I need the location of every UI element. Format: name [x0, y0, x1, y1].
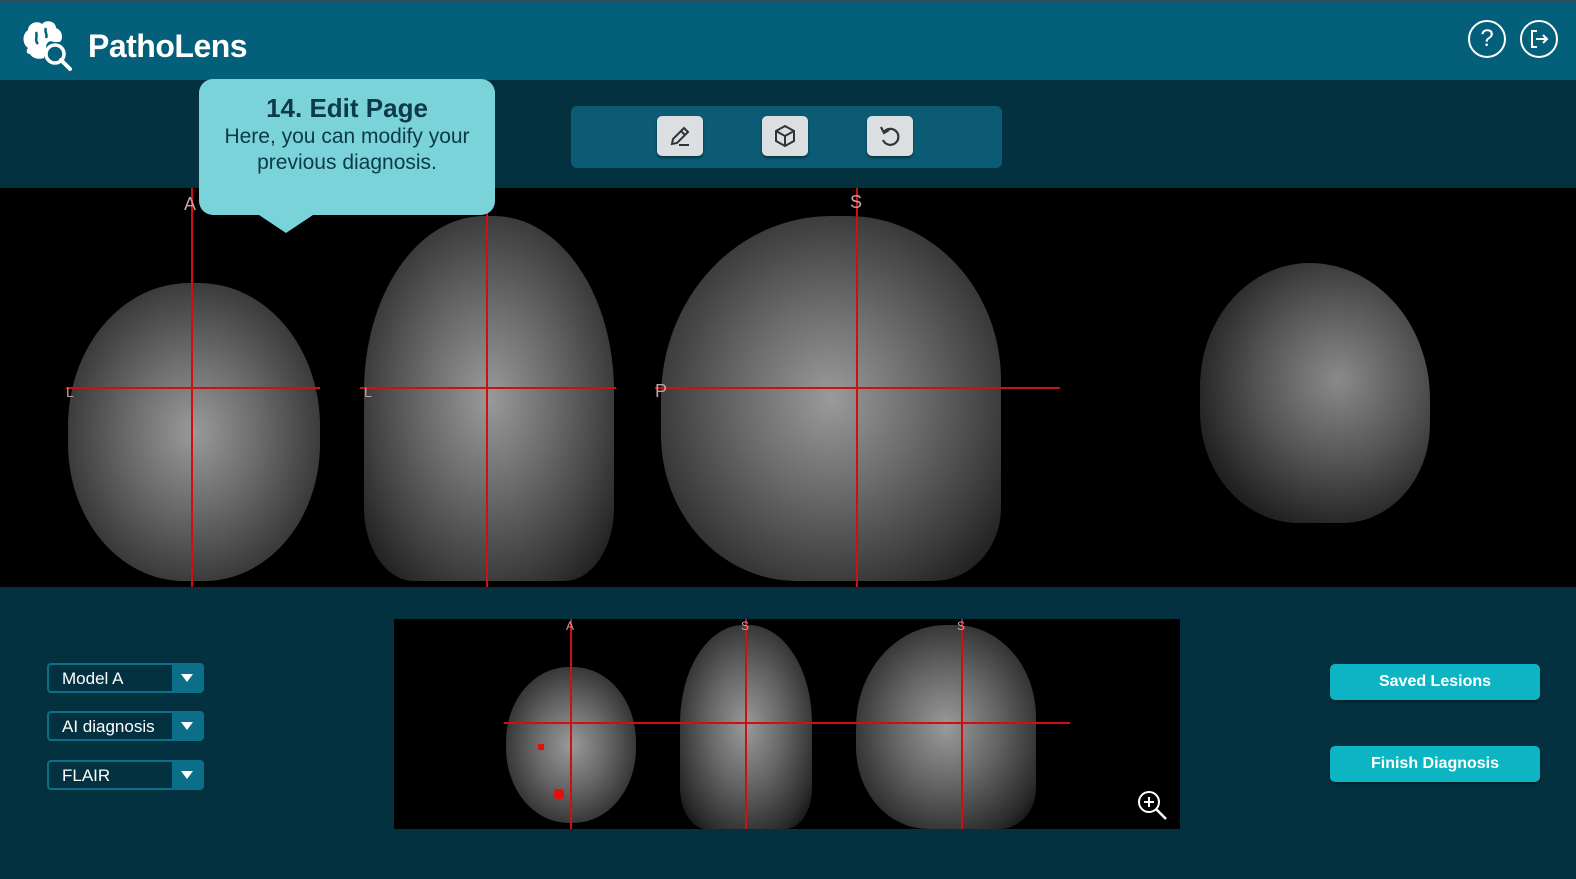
- sagittal-scan-image: [661, 216, 1001, 581]
- diagnosis-select-value: AI diagnosis: [62, 717, 155, 736]
- coronal-left-label: L: [364, 384, 372, 400]
- coronal-scan-image: [364, 216, 614, 581]
- axial-left-label: L: [66, 384, 74, 400]
- mini-coronal-label: S: [741, 619, 750, 633]
- model-select[interactable]: Model A: [47, 663, 204, 693]
- chevron-down-icon: [172, 665, 202, 691]
- tooltip-pointer: [256, 213, 316, 233]
- tooltip-body: Here, you can modify your previous diagn…: [224, 125, 470, 174]
- sequence-select[interactable]: FLAIR: [47, 760, 204, 790]
- axial-view[interactable]: A L: [60, 188, 328, 587]
- mri-viewer[interactable]: A L S L S P: [0, 188, 1576, 587]
- logout-icon: [1531, 30, 1549, 48]
- brain-search-icon: [20, 18, 74, 72]
- diagnosis-select[interactable]: AI diagnosis: [47, 711, 204, 741]
- mini-sagittal-label: S: [957, 619, 966, 633]
- logout-button[interactable]: [1520, 20, 1558, 58]
- mini-mri-viewer[interactable]: A S S: [394, 619, 1180, 829]
- mini-axial-label: A: [566, 619, 575, 633]
- saved-lesions-button[interactable]: Saved Lesions: [1330, 664, 1540, 700]
- 3d-view-button[interactable]: [762, 116, 808, 156]
- model-select-value: Model A: [62, 669, 124, 688]
- zoom-in-button[interactable]: [1136, 789, 1168, 821]
- coronal-view[interactable]: S L: [360, 188, 616, 587]
- mini-sagittal-crosshair-vertical: [961, 619, 963, 829]
- app-title: PathoLens: [88, 28, 248, 64]
- mini-axial-crosshair-vertical: [570, 619, 572, 829]
- sequence-select-value: FLAIR: [62, 766, 111, 785]
- sagittal-orientation-label: S: [850, 192, 863, 212]
- tutorial-tooltip: 14. Edit Page Here, you can modify your …: [199, 79, 495, 215]
- 3d-render-view[interactable]: [1140, 188, 1440, 587]
- axial-crosshair-horizontal: [66, 387, 320, 389]
- sagittal-crosshair-horizontal: [655, 387, 1060, 389]
- chevron-down-icon: [172, 713, 202, 739]
- lesion-marker: [554, 789, 564, 799]
- app-header: PathoLens ?: [0, 0, 1576, 80]
- pencil-icon: [670, 126, 690, 146]
- edit-toolbar: [571, 106, 1002, 168]
- undo-button[interactable]: [867, 116, 913, 156]
- zoom-in-icon: [1138, 791, 1167, 820]
- axial-orientation-label: A: [184, 194, 197, 214]
- chevron-down-icon: [172, 762, 202, 788]
- lesion-marker: [538, 744, 544, 750]
- sagittal-view[interactable]: S P: [655, 188, 1060, 587]
- axial-scan-image: [68, 283, 320, 581]
- undo-icon: [880, 126, 900, 146]
- edit-button[interactable]: [657, 116, 703, 156]
- mini-sagittal-scan: [856, 625, 1036, 829]
- mini-coronal-crosshair-vertical: [745, 619, 747, 829]
- 3d-head-render: [1200, 263, 1430, 523]
- finish-diagnosis-button[interactable]: Finish Diagnosis: [1330, 746, 1540, 782]
- coronal-crosshair-horizontal: [360, 387, 616, 389]
- tooltip-title: 14. Edit Page: [266, 93, 428, 123]
- mini-crosshair-horizontal: [504, 722, 1070, 724]
- question-circle-icon: ?: [1480, 25, 1494, 52]
- cube-icon: [775, 124, 795, 148]
- sagittal-left-label: P: [655, 381, 668, 401]
- help-button[interactable]: ?: [1468, 20, 1506, 58]
